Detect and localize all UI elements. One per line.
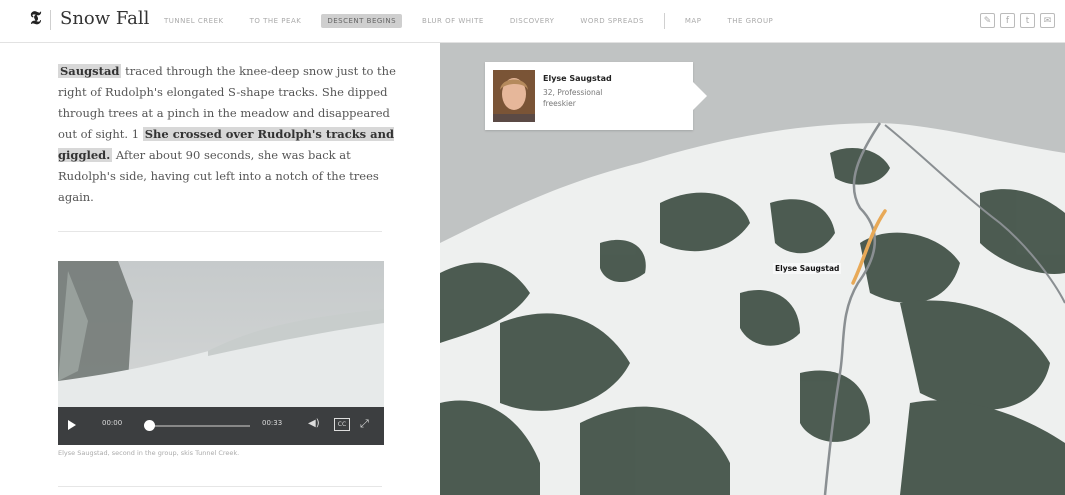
nav-descent-begins[interactable]: DESCENT BEGINS [321, 14, 403, 28]
section-divider-bottom [58, 486, 382, 487]
nav-separator [663, 13, 665, 29]
person-callout: Elyse Saugstad 32, Professional freeskie… [485, 62, 707, 130]
story-paragraph: Saugstad traced through the knee-deep sn… [58, 61, 398, 208]
captions-button[interactable]: CC [334, 418, 350, 431]
facebook-icon[interactable]: f [1000, 13, 1015, 28]
nav-blur-of-white[interactable]: BLUR OF WHITE [416, 14, 490, 28]
video-total-time: 00:33 [262, 419, 283, 427]
avatar [493, 70, 535, 122]
callout-role: 32, Professional freeskier [543, 88, 603, 108]
twitter-icon[interactable]: t [1020, 13, 1035, 28]
email-icon[interactable]: ✉ [1040, 13, 1055, 28]
nav-tunnel-creek[interactable]: TUNNEL CREEK [158, 14, 230, 28]
section-divider [58, 231, 382, 232]
nav-word-spreads[interactable]: WORD SPREADS [574, 14, 649, 28]
chapter-nav: TUNNEL CREEK TO THE PEAK DESCENT BEGINS … [158, 13, 779, 29]
nav-discovery[interactable]: DISCOVERY [504, 14, 561, 28]
video-player[interactable]: 00:00 00:33 ◀) CC ⤢ [58, 261, 384, 445]
video-current-time: 00:00 [102, 419, 123, 427]
site-title[interactable]: Snow Fall [60, 8, 149, 29]
video-caption: Elyse Saugstad, second in the group, ski… [58, 449, 240, 457]
brand-divider [50, 10, 51, 30]
play-icon[interactable] [68, 420, 76, 430]
route-label: Elyse Saugstad [773, 263, 842, 274]
story-column: Saugstad traced through the knee-deep sn… [0, 43, 440, 495]
volume-icon[interactable]: ◀) [308, 418, 320, 429]
callout-name: Elyse Saugstad [543, 74, 612, 83]
nyt-logo-icon[interactable]: 𝕿 [30, 10, 44, 28]
comment-icon[interactable]: ✎ [980, 13, 995, 28]
nav-the-group[interactable]: THE GROUP [721, 14, 779, 28]
story-name-highlight[interactable]: Saugstad [58, 64, 122, 78]
top-nav: 𝕿 Snow Fall TUNNEL CREEK TO THE PEAK DES… [0, 0, 1065, 43]
route-map[interactable]: Elyse Saugstad 32, Professional freeskie… [440, 43, 1065, 495]
story-marker: 1 [131, 127, 140, 141]
video-controls: 00:00 00:33 ◀) CC ⤢ [58, 407, 384, 445]
video-progress-track[interactable] [150, 425, 250, 427]
fullscreen-icon[interactable]: ⤢ [360, 417, 369, 431]
avatar-portrait [493, 70, 535, 122]
nav-to-the-peak[interactable]: TO THE PEAK [244, 14, 308, 28]
nav-map[interactable]: MAP [679, 14, 708, 28]
video-scrubber-handle[interactable] [144, 420, 155, 431]
social-icons: ✎ f t ✉ [980, 13, 1055, 28]
